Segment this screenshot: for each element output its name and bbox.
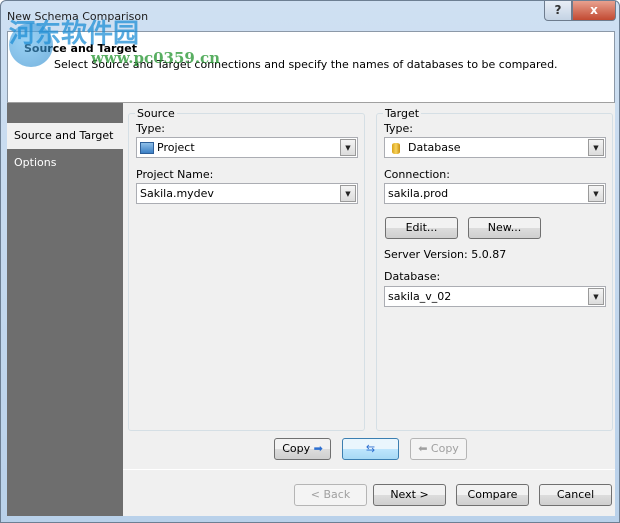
swap-arrows-icon: ⇆ (365, 442, 376, 455)
window-title: New Schema Comparison (7, 10, 149, 23)
target-group: Target Type: Database ▼ Connection: saki… (376, 107, 613, 431)
source-group: Source Type: Project ▼ Project Name: Sak… (128, 107, 365, 431)
page-description: Select Source and Target connections and… (54, 58, 558, 71)
compare-button[interactable]: Compare (456, 484, 529, 506)
target-type-select[interactable]: Database ▼ (384, 137, 606, 158)
sidebar-item-source-and-target[interactable]: Source and Target (7, 123, 123, 149)
project-name-label: Project Name: (136, 168, 214, 181)
project-icon (140, 142, 154, 154)
dialog-window: New Schema Comparison ? x Source and Tar… (0, 0, 620, 523)
database-icon (392, 142, 400, 154)
arrow-right-icon: ➡ (313, 442, 323, 455)
source-type-select[interactable]: Project ▼ (136, 137, 358, 158)
database-label: Database: (384, 270, 441, 283)
target-type-label: Type: (384, 122, 413, 135)
chevron-down-icon[interactable]: ▼ (588, 139, 604, 156)
close-button[interactable]: x (572, 1, 616, 21)
project-name-select[interactable]: Sakila.mydev ▼ (136, 183, 358, 204)
arrow-left-icon: ⬅ (418, 442, 428, 455)
help-button[interactable]: ? (544, 1, 572, 21)
main-panel: Source Type: Project ▼ Project Name: Sak… (123, 103, 615, 516)
chevron-down-icon[interactable]: ▼ (340, 185, 356, 202)
copy-right-label: Copy (282, 442, 311, 455)
copy-left-label: Copy (430, 442, 459, 455)
sidebar-item-options[interactable]: Options (7, 150, 123, 176)
swap-button[interactable]: ⇆ (342, 438, 399, 460)
watermark-logo-icon (9, 23, 53, 67)
project-name-value: Sakila.mydev (140, 187, 214, 200)
target-type-value: Database (408, 141, 461, 154)
connection-select[interactable]: sakila.prod ▼ (384, 183, 606, 204)
connection-label: Connection: (384, 168, 450, 181)
source-type-label: Type: (136, 122, 165, 135)
source-group-label: Source (135, 107, 177, 120)
next-button[interactable]: Next > (373, 484, 446, 506)
target-group-label: Target (383, 107, 422, 120)
copy-left-button[interactable]: ⬅ Copy (410, 438, 467, 460)
source-type-value: Project (157, 141, 195, 154)
copy-right-button[interactable]: Copy ➡ (274, 438, 331, 460)
wizard-sidebar: Source and Target Options (7, 103, 123, 516)
chevron-down-icon[interactable]: ▼ (588, 185, 604, 202)
server-version: Server Version: 5.0.87 (384, 248, 507, 261)
new-connection-button[interactable]: New... (468, 217, 541, 239)
cancel-button[interactable]: Cancel (539, 484, 612, 506)
database-select[interactable]: sakila_v_02 ▼ (384, 286, 606, 307)
edit-connection-button[interactable]: Edit... (385, 217, 458, 239)
footer-divider (123, 469, 615, 470)
chevron-down-icon[interactable]: ▼ (340, 139, 356, 156)
wizard-header: Source and Target Select Source and Targ… (7, 31, 615, 103)
connection-value: sakila.prod (388, 187, 449, 200)
chevron-down-icon[interactable]: ▼ (588, 288, 604, 305)
database-value: sakila_v_02 (388, 290, 452, 303)
back-button[interactable]: < Back (294, 484, 367, 506)
